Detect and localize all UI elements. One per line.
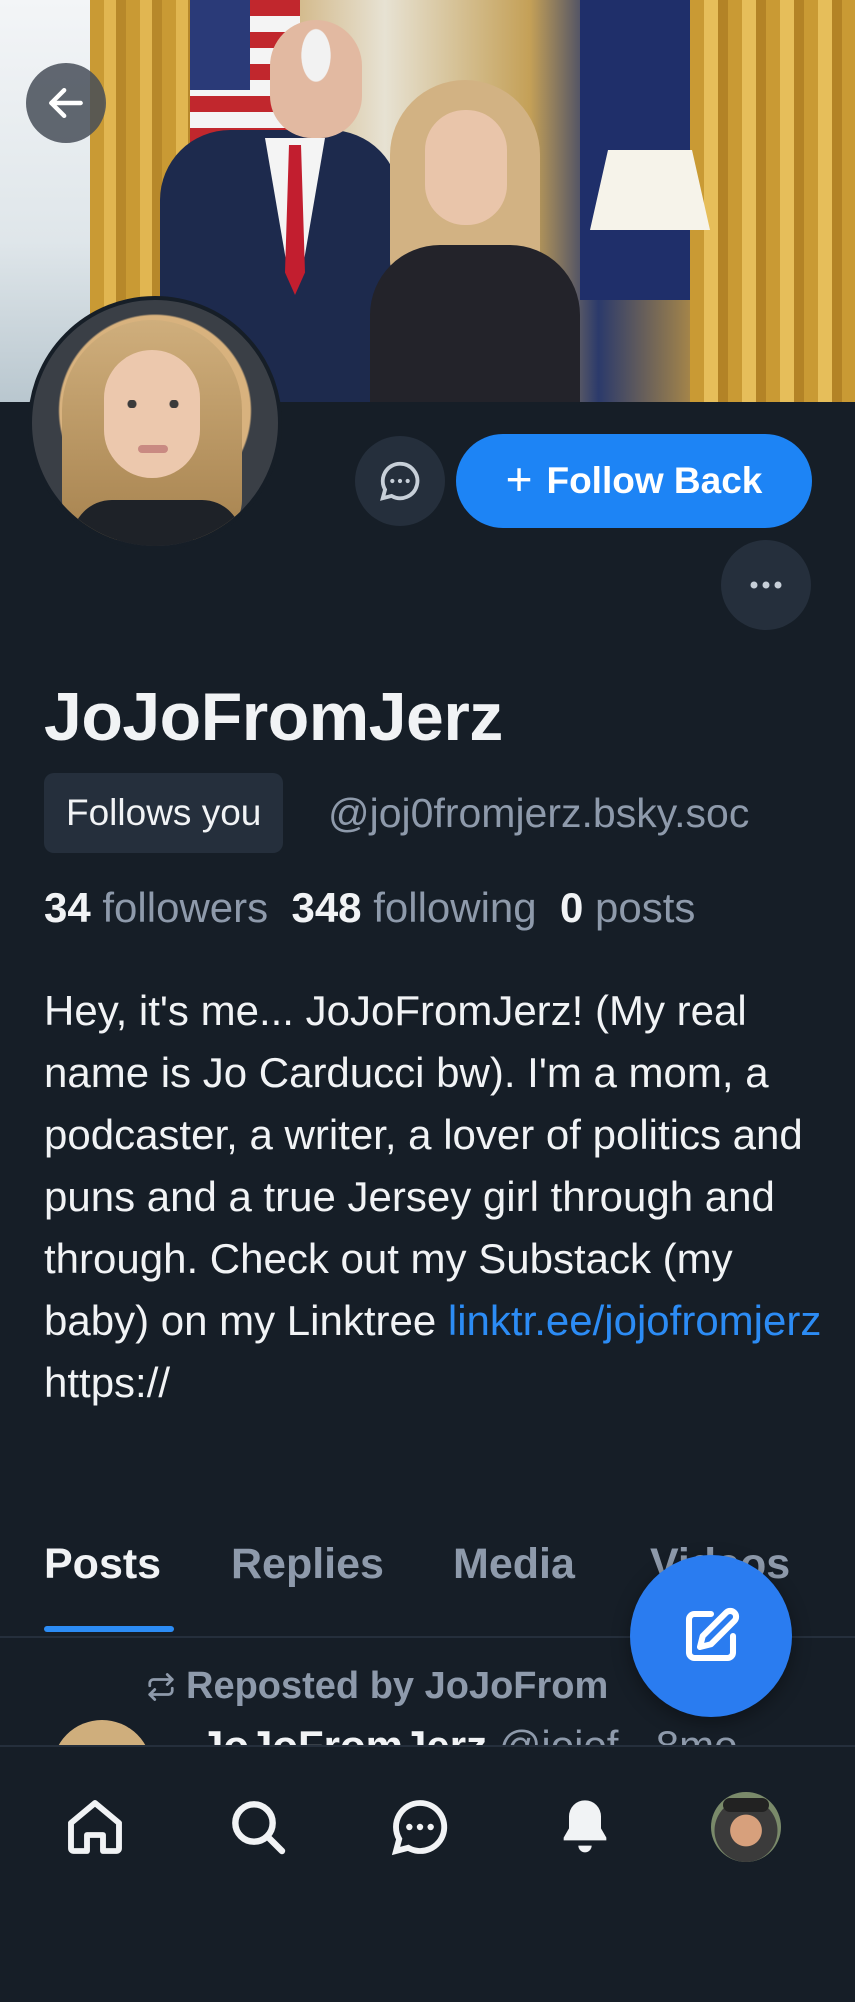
following-label: following: [373, 884, 537, 931]
followers-label: followers: [102, 884, 269, 931]
display-name: JoJoFromJerz: [44, 679, 503, 755]
back-button[interactable]: [26, 63, 106, 143]
nav-profile[interactable]: [706, 1787, 786, 1867]
follows-you-badge: Follows you: [44, 773, 284, 853]
nav-chat[interactable]: [380, 1787, 460, 1867]
chat-bubble-icon: [380, 461, 420, 501]
arrow-left-icon: [49, 87, 83, 119]
repost-label: Reposted by JoJoFrom: [186, 1665, 609, 1707]
home-icon: [68, 1800, 122, 1854]
active-tab-indicator: [44, 1626, 174, 1632]
repost-icon: [148, 1672, 174, 1701]
profile-stats: 34 followers 348 following 0 posts: [44, 884, 695, 932]
posts-label: posts: [595, 884, 696, 931]
followers-stat[interactable]: 34 followers: [44, 884, 268, 931]
following-count: 348: [291, 884, 362, 931]
nav-home[interactable]: [55, 1787, 135, 1867]
repost-indicator[interactable]: Reposted by JoJoFrom: [146, 1665, 608, 1708]
bio-link[interactable]: linktr.ee/jojofromjerz: [448, 1297, 821, 1344]
follow-back-label: Follow Back: [546, 460, 763, 501]
more-options-button[interactable]: [721, 540, 811, 630]
profile-handle: @joj0fromjerz.bsky.soc: [328, 790, 750, 836]
profile-avatar[interactable]: [28, 296, 282, 550]
ellipsis-icon: [750, 581, 782, 589]
plus-icon: +: [505, 453, 533, 505]
compose-button[interactable]: [630, 1555, 792, 1717]
nav-notifications[interactable]: [545, 1787, 625, 1867]
bottom-navigation: [0, 1745, 855, 2002]
bio-text: Hey, it's me... JoJoFromJerz! (My real n…: [44, 987, 803, 1344]
search-icon: [232, 1801, 286, 1855]
compose-icon: [685, 1607, 740, 1662]
bell-icon: [563, 1800, 607, 1853]
current-user-avatar: [711, 1792, 781, 1862]
follow-back-button[interactable]: + Follow Back: [456, 434, 812, 528]
tab-replies[interactable]: Replies: [231, 1540, 384, 1589]
chat-icon: [391, 1800, 448, 1856]
banner-curtain-right: [690, 0, 855, 402]
profile-bio: Hey, it's me... JoJoFromJerz! (My real n…: [44, 980, 824, 1414]
tab-posts[interactable]: Posts: [44, 1540, 161, 1589]
following-stat[interactable]: 348 following: [291, 884, 536, 931]
tab-media[interactable]: Media: [453, 1540, 575, 1589]
posts-count: 0: [560, 884, 584, 931]
posts-stat: 0 posts: [560, 884, 695, 931]
banner-lamp: [590, 150, 710, 230]
nav-search[interactable]: [218, 1787, 298, 1867]
message-button[interactable]: [355, 436, 445, 526]
bio-tail: https://: [44, 1359, 171, 1406]
banner-person-right: [370, 80, 590, 402]
followers-count: 34: [44, 884, 91, 931]
